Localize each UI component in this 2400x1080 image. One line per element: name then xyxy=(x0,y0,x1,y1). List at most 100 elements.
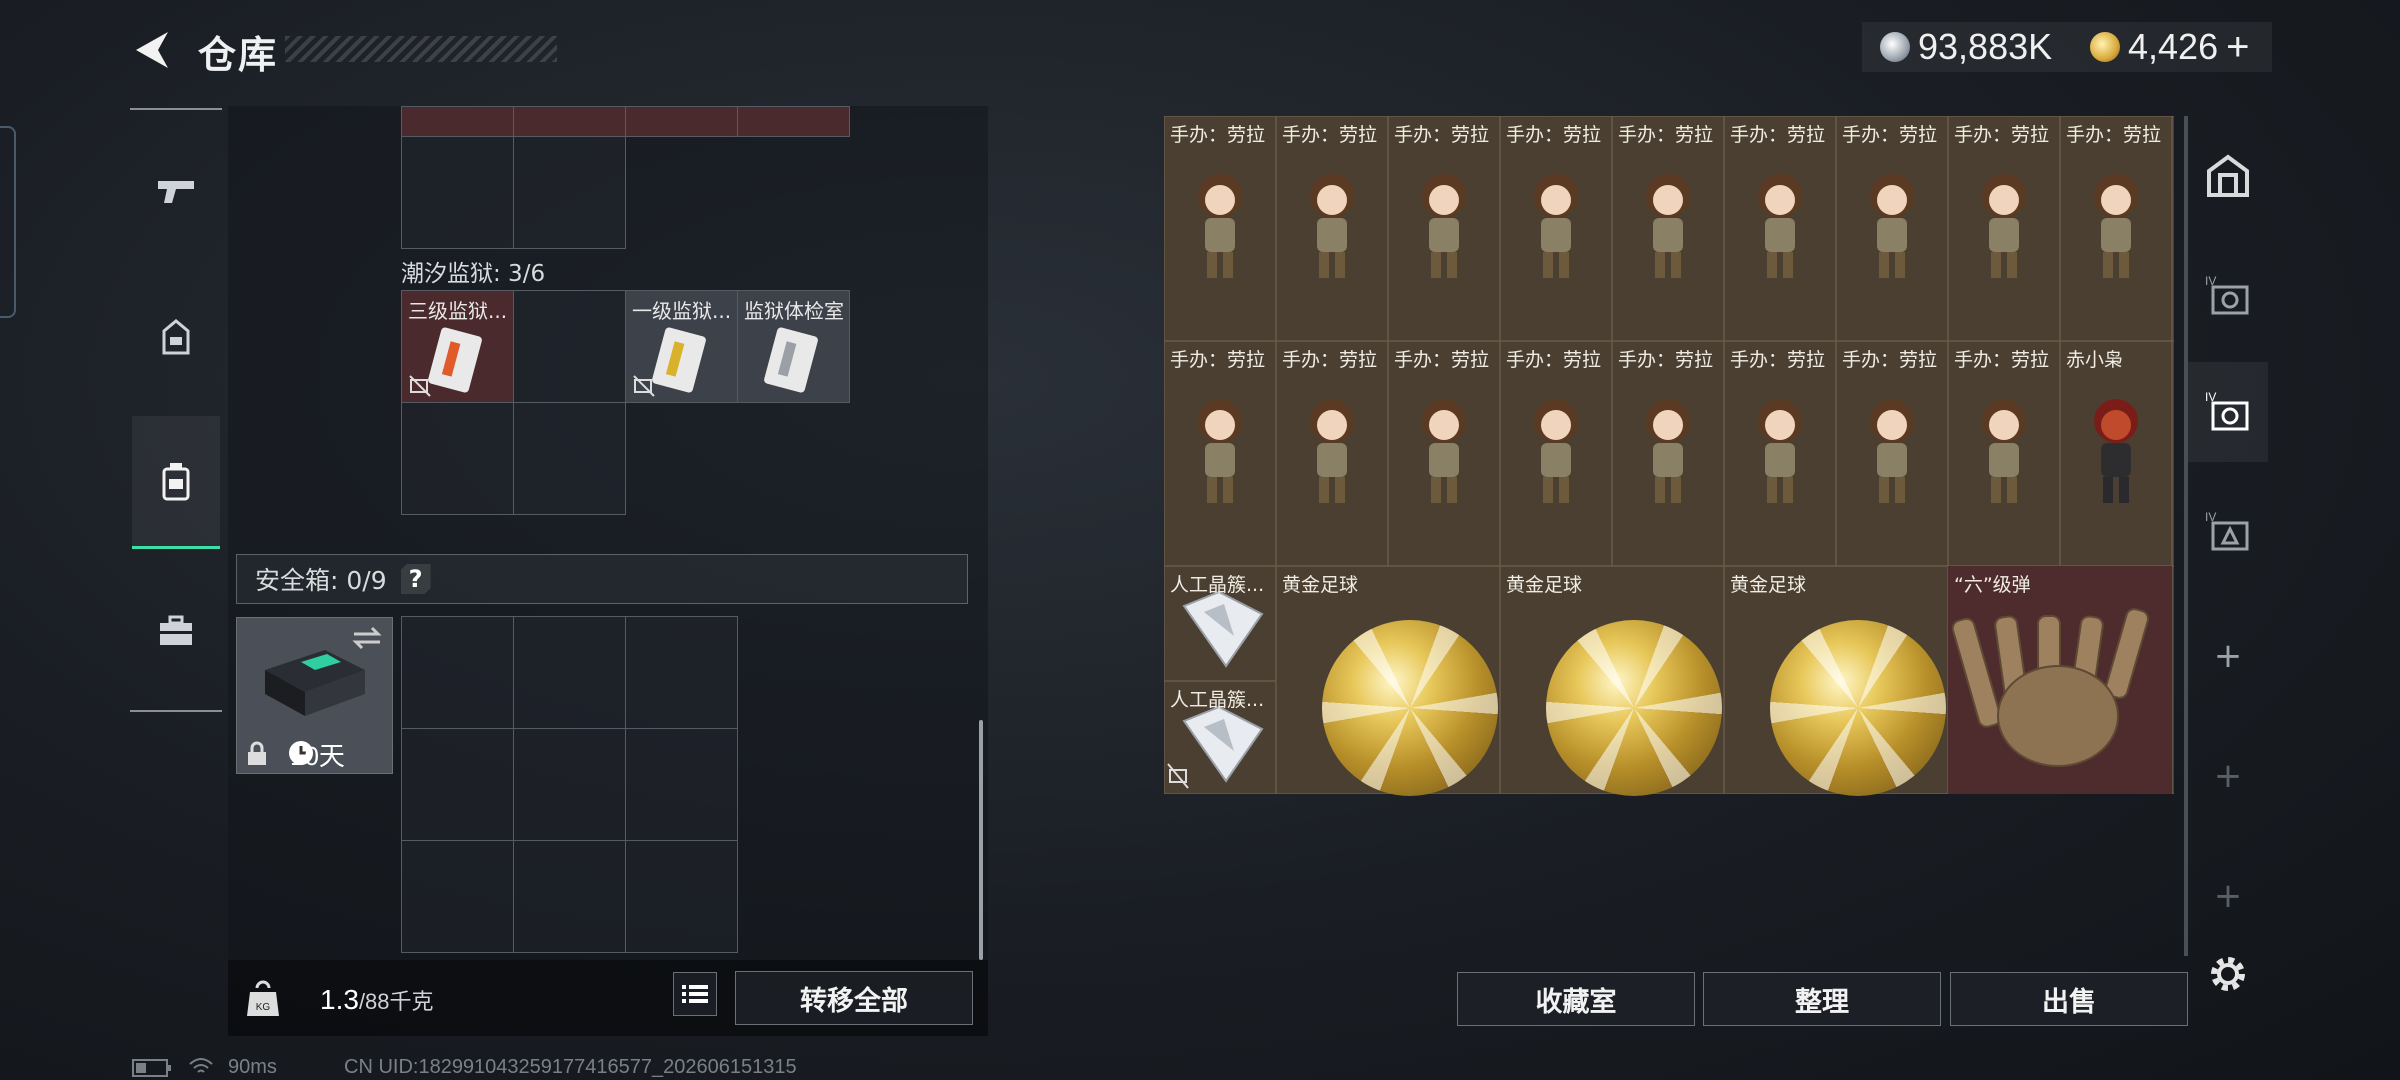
silver-currency: 93,883K xyxy=(1880,24,2052,70)
storage-item-name: 手办：劳拉 xyxy=(1730,349,1826,371)
grid-cell[interactable] xyxy=(514,107,626,137)
list-icon xyxy=(682,985,708,1003)
gold-currency: 4,426 + xyxy=(2090,24,2249,70)
keycard-item-lv3[interactable]: 三级监狱... xyxy=(402,291,514,403)
storage-item-lara[interactable] xyxy=(1276,341,1388,566)
storage-tab-iv-3[interactable]: IV xyxy=(2188,482,2268,582)
grid-cell[interactable] xyxy=(626,729,738,841)
storage-tab-iv-2[interactable]: IV xyxy=(2188,362,2268,462)
storage-tab-rail: IV IV IV + + + xyxy=(2188,126,2268,966)
pistol-icon xyxy=(158,181,194,203)
grid-cell[interactable] xyxy=(626,841,738,953)
storage-box-icon: IV xyxy=(2205,510,2249,551)
keycard-item-lv1[interactable]: 一级监狱... xyxy=(626,291,738,403)
sell-button[interactable]: 出售 xyxy=(1950,972,2188,1026)
storage-item-name: 手办：劳拉 xyxy=(1170,349,1266,371)
grid-cell[interactable] xyxy=(402,617,514,729)
storage-item-lara[interactable] xyxy=(1500,341,1612,566)
grid-cell[interactable] xyxy=(514,403,626,515)
toolbox-icon xyxy=(160,615,192,645)
storage-item-lara[interactable] xyxy=(1836,341,1948,566)
grid-cell[interactable] xyxy=(514,841,626,953)
storage-item-lara[interactable] xyxy=(1500,116,1612,341)
armor-tab[interactable] xyxy=(132,272,220,402)
storage-item-lara[interactable] xyxy=(1724,341,1836,566)
storage-item-name: 手办：劳拉 xyxy=(1282,124,1378,146)
storage-item-akaxiao[interactable] xyxy=(2060,341,2172,566)
vault-tab[interactable] xyxy=(2188,126,2268,226)
storage-item-lara[interactable] xyxy=(1612,116,1724,341)
storage-item-lara[interactable] xyxy=(1388,116,1500,341)
storage-item-lara[interactable] xyxy=(1276,116,1388,341)
storage-tab-iv-1[interactable]: IV xyxy=(2188,246,2268,346)
battery-icon xyxy=(132,1059,171,1077)
page-title: 仓库 xyxy=(198,33,279,77)
settings-gear-icon[interactable] xyxy=(2206,952,2250,996)
golden-football-icon[interactable] xyxy=(1546,620,1722,796)
safe-box-icon xyxy=(265,650,365,716)
golden-football-icon[interactable] xyxy=(1770,620,1946,796)
gold-amount: 4,426 xyxy=(2128,26,2219,67)
upper-container-empty xyxy=(401,136,626,249)
side-drawer-handle[interactable] xyxy=(0,126,16,318)
storage-item-lara[interactable] xyxy=(1948,116,2060,341)
storage-item-lara[interactable] xyxy=(2060,116,2172,341)
grid-cell[interactable] xyxy=(514,729,626,841)
prison-grid-lower xyxy=(401,402,626,515)
case-tab[interactable] xyxy=(132,566,220,696)
storage-item-name: 手办：劳拉 xyxy=(1394,349,1490,371)
prison-label: 潮汐监狱: 3/6 xyxy=(401,261,546,287)
safe-box-label: 安全箱: 0/9 xyxy=(255,566,387,595)
add-storage-tab-3[interactable]: + xyxy=(2188,846,2268,946)
storage-item-name: 手办：劳拉 xyxy=(1170,124,1266,146)
grid-cell[interactable] xyxy=(514,137,626,249)
weapons-tab[interactable] xyxy=(132,126,220,256)
grid-cell[interactable] xyxy=(626,617,738,729)
grid-cell[interactable] xyxy=(402,403,514,515)
transfer-all-button[interactable]: 转移全部 xyxy=(735,971,973,1025)
grid-cell[interactable] xyxy=(514,617,626,729)
storage-item-name: 黄金足球 xyxy=(1506,574,1583,596)
vault-icon xyxy=(2207,154,2249,197)
storage-item-name: “六”级弹 xyxy=(1954,574,2031,596)
storage-item-lara[interactable] xyxy=(1388,341,1500,566)
grid-cell[interactable] xyxy=(402,137,514,249)
gold-coin-icon xyxy=(2090,32,2120,62)
silver-coin-icon xyxy=(1880,32,1910,62)
inventory-scrollbar[interactable] xyxy=(979,720,983,960)
storage-item-name: 手办：劳拉 xyxy=(1954,124,2050,146)
storage-item-name: 赤小枭 xyxy=(2066,349,2124,371)
storage-item-lara[interactable] xyxy=(1164,116,1276,341)
help-icon[interactable]: ? xyxy=(400,564,431,594)
storage-item-lara[interactable] xyxy=(1612,341,1724,566)
backpack-icon xyxy=(162,463,190,501)
ping-display: 90ms xyxy=(228,1056,277,1078)
keycard-icon xyxy=(764,327,818,393)
storage-item-name: 手办：劳拉 xyxy=(1282,349,1378,371)
sort-button[interactable]: 整理 xyxy=(1703,972,1941,1026)
collection-room-button[interactable]: 收藏室 xyxy=(1457,972,1695,1026)
upper-container-grid xyxy=(401,106,850,137)
keycard-item-medical[interactable]: 监狱体检室 xyxy=(738,291,850,403)
golden-football-icon[interactable] xyxy=(1322,620,1498,796)
grid-cell[interactable] xyxy=(402,729,514,841)
grid-cell[interactable] xyxy=(626,107,738,137)
back-arrow-icon[interactable] xyxy=(128,26,176,74)
storage-item-lara[interactable] xyxy=(1164,341,1276,566)
add-storage-tab-1[interactable]: + xyxy=(2188,606,2268,706)
backpack-tab[interactable] xyxy=(132,416,220,549)
storage-item-lara[interactable] xyxy=(1948,341,2060,566)
grid-cell[interactable] xyxy=(402,841,514,953)
add-storage-tab-2[interactable]: + xyxy=(2188,726,2268,826)
add-gold-button[interactable]: + xyxy=(2226,25,2249,70)
grid-cell[interactable] xyxy=(402,107,514,137)
grid-cell[interactable] xyxy=(738,107,850,137)
swap-icon[interactable] xyxy=(350,624,384,652)
grid-cell[interactable] xyxy=(514,291,626,403)
weight-display: 1.3/88千克 xyxy=(320,984,434,1016)
storage-item-lara[interactable] xyxy=(1836,116,1948,341)
item-name: 一级监狱... xyxy=(632,299,732,323)
storage-item-lara[interactable] xyxy=(1724,116,1836,341)
storage-item-name: 手办：劳拉 xyxy=(1954,349,2050,371)
list-view-button[interactable] xyxy=(673,972,717,1016)
